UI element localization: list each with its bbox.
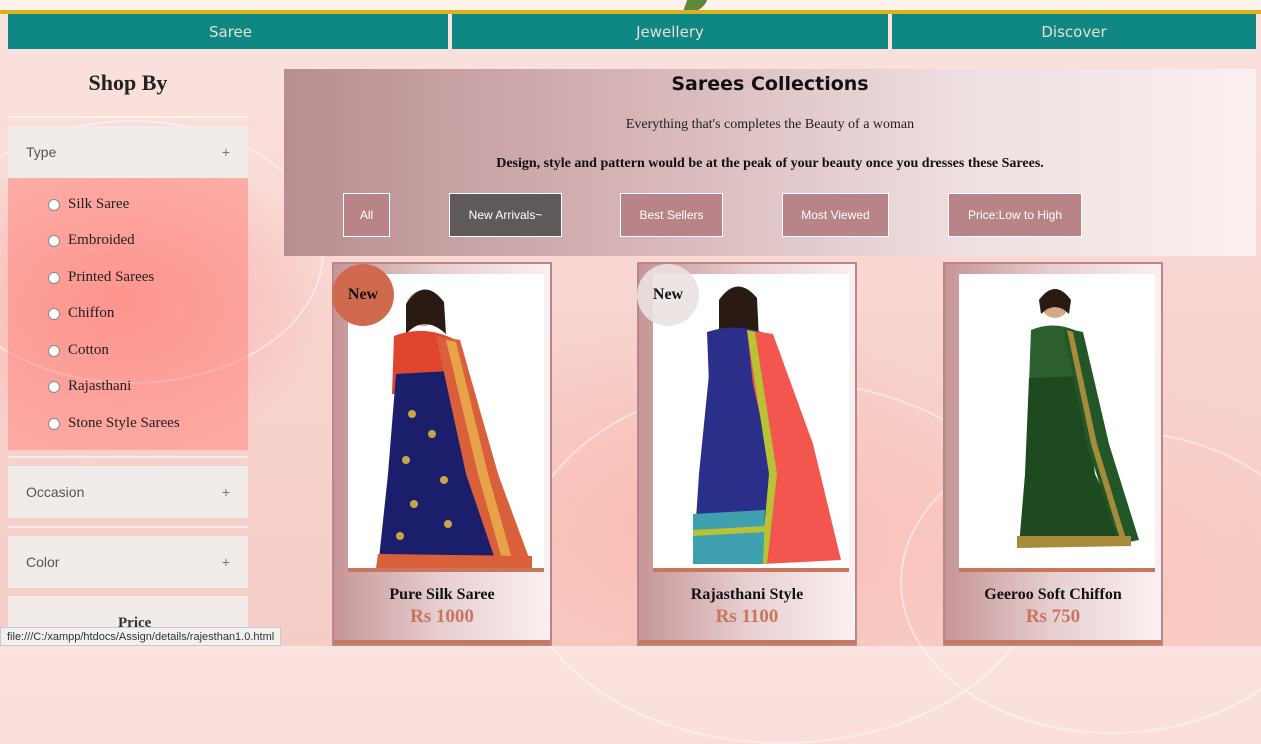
color-accordion-header[interactable]: Color + (8, 536, 248, 588)
plus-icon: + (221, 144, 230, 160)
filter-sidebar: Shop By Type + Silk Saree Embroided Prin… (8, 50, 248, 646)
new-badge: New (332, 264, 394, 326)
radio-button[interactable] (48, 344, 60, 357)
image-underline (653, 568, 849, 572)
collection-title: Sarees Collections (671, 73, 869, 95)
type-option-stone-style-sarees[interactable]: Stone Style Sarees (48, 415, 180, 432)
type-option-printed-sarees[interactable]: Printed Sarees (48, 269, 154, 286)
radio-button[interactable] (48, 380, 60, 393)
browser-status-bar: file:///C:/xampp/htdocs/Assign/details/r… (0, 627, 282, 646)
type-option-silk-saree[interactable]: Silk Saree (48, 196, 129, 213)
product-card[interactable]: Geeroo Soft Chiffon Rs 750 (943, 262, 1163, 646)
product-price: Rs 1000 (410, 606, 474, 627)
product-name[interactable]: Rajasthani Style (639, 586, 855, 604)
color-header-label: Color (26, 554, 60, 570)
nav-item-jewellery[interactable]: Jewellery (452, 14, 888, 49)
product-name[interactable]: Geeroo Soft Chiffon (945, 586, 1161, 604)
radio-button[interactable] (48, 417, 60, 430)
collection-subtitle: Everything that's completes the Beauty o… (625, 117, 915, 132)
product-image[interactable] (959, 274, 1155, 568)
saree-model-image (959, 274, 1155, 568)
nav-label: Saree (208, 22, 252, 41)
image-underline (348, 568, 544, 572)
product-name[interactable]: Pure Silk Saree (334, 586, 550, 604)
type-accordion-header[interactable]: Type + (8, 126, 248, 178)
option-label: Stone Style Sarees (68, 415, 180, 431)
filter-price-low-high-button[interactable]: Price:Low to High (948, 193, 1082, 237)
product-price: Rs 750 (1025, 606, 1081, 627)
type-option-cotton[interactable]: Cotton (48, 342, 109, 359)
radio-button[interactable] (48, 271, 60, 284)
nav-item-saree[interactable]: Saree (8, 14, 448, 49)
type-option-chiffon[interactable]: Chiffon (48, 305, 114, 322)
option-label: Rajasthani (68, 378, 132, 394)
divider (8, 526, 248, 528)
option-label: Embroided (68, 232, 135, 248)
occasion-accordion-header[interactable]: Occasion + (8, 466, 248, 518)
option-label: Chiffon (68, 305, 115, 321)
top-nav: Saree Jewellery Discover (8, 14, 1256, 49)
type-options-panel (8, 178, 248, 450)
divider (8, 456, 248, 458)
filter-most-viewed-button[interactable]: Most Viewed (782, 193, 889, 237)
type-option-embroided[interactable]: Embroided (48, 232, 135, 249)
new-badge: New (637, 264, 699, 326)
collection-description: Design, style and pattern would be at th… (496, 156, 1044, 171)
option-label: Printed Sarees (68, 269, 155, 285)
product-price: Rs 1100 (715, 606, 779, 627)
image-underline (959, 568, 1155, 572)
radio-button[interactable] (48, 307, 60, 320)
divider (8, 116, 248, 118)
nav-item-discover[interactable]: Discover (892, 14, 1256, 49)
plus-icon: + (221, 554, 230, 570)
nav-label: Discover (1041, 22, 1107, 41)
filter-best-sellers-button[interactable]: Best Sellers (620, 193, 723, 237)
card-bottom-bar (945, 640, 1161, 644)
plus-icon: + (221, 484, 230, 500)
card-bottom-bar (334, 640, 550, 644)
occasion-header-label: Occasion (26, 484, 85, 500)
type-header-label: Type (26, 144, 57, 160)
option-label: Silk Saree (68, 196, 130, 212)
radio-button[interactable] (48, 234, 60, 247)
type-option-rajasthani[interactable]: Rajasthani (48, 378, 131, 395)
card-bottom-bar (639, 640, 855, 644)
nav-label: Jewellery (636, 22, 704, 41)
option-label: Cotton (68, 342, 109, 358)
filter-new-arrivals-button[interactable]: New Arrivals~ (449, 193, 562, 237)
collection-banner: Sarees Collections Everything that's com… (284, 69, 1256, 256)
filter-all-button[interactable]: All (343, 193, 390, 237)
radio-button[interactable] (48, 198, 60, 211)
product-card[interactable]: New Rajasthani Style Rs 1100 (637, 262, 857, 646)
product-card[interactable]: New Pure Silk Saree Rs 1000 (332, 262, 552, 646)
sidebar-title: Shop By (88, 70, 168, 95)
